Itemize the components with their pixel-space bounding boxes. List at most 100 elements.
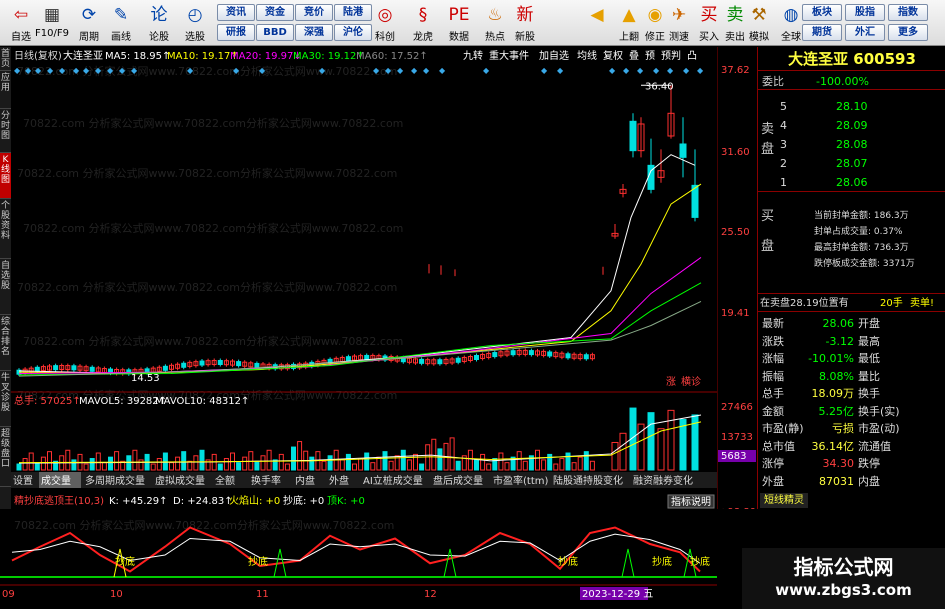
chart-link-1[interactable]: 重大事件 bbox=[489, 49, 529, 62]
event-marker-icon[interactable]: ◆ bbox=[623, 66, 630, 75]
toolbar-f10-button[interactable]: ▦ F10/F9 bbox=[33, 2, 71, 44]
event-marker-icon[interactable]: ◆ bbox=[107, 66, 114, 75]
toolbar-draw-button[interactable]: ✎ 画线 bbox=[102, 2, 140, 44]
toolbar-pill-4[interactable]: 研报 bbox=[217, 24, 255, 41]
event-marker-icon[interactable]: ◆ bbox=[397, 66, 404, 75]
toolbar-market-pill-4[interactable]: 外汇 bbox=[845, 24, 885, 41]
toolbar-pill-0[interactable]: 资讯 bbox=[217, 4, 255, 21]
toolbar-market-pill-3[interactable]: 期货 bbox=[802, 24, 842, 41]
event-marker-icon[interactable]: ◆ bbox=[373, 66, 380, 75]
sell-level-price: 28.08 bbox=[836, 138, 868, 151]
event-marker-icon[interactable]: ◆ bbox=[47, 66, 54, 75]
event-marker-icon[interactable]: ◆ bbox=[653, 66, 660, 75]
event-marker-icon[interactable]: ◆ bbox=[637, 66, 644, 75]
left-tab-1[interactable]: 应用 bbox=[0, 71, 11, 109]
event-marker-icon[interactable]: ◆ bbox=[131, 66, 138, 75]
event-marker-icon[interactable]: ◆ bbox=[95, 66, 102, 75]
candle-body bbox=[181, 362, 187, 368]
quote-label: 最新 bbox=[762, 317, 784, 330]
event-marker-icon[interactable]: ◆ bbox=[259, 66, 266, 75]
left-tab-8[interactable]: 超级盘口 bbox=[0, 427, 11, 487]
toolbar-label: 画线 bbox=[111, 32, 131, 43]
event-marker-icon[interactable]: ◆ bbox=[319, 66, 326, 75]
zhendan-label[interactable]: 横诊 bbox=[681, 375, 701, 388]
indicator-tab-4[interactable]: 全额 bbox=[215, 474, 235, 487]
chart-link-7[interactable]: 预判 bbox=[661, 50, 681, 62]
indicator-tab-0[interactable]: 设置 bbox=[13, 475, 33, 487]
toolbar-market-pill-0[interactable]: 板块 bbox=[802, 4, 842, 21]
short-line-elf-tab[interactable]: 短线精灵 bbox=[760, 493, 808, 508]
indicator-tab-3[interactable]: 虚拟成交量 bbox=[155, 474, 205, 487]
event-marker-icon[interactable]: ◆ bbox=[59, 66, 66, 75]
toolbar-news-button[interactable]: 新新股 bbox=[506, 2, 544, 44]
event-marker-icon[interactable]: ◆ bbox=[411, 66, 418, 75]
quote-label-right: 市盈(动) bbox=[858, 422, 900, 435]
event-marker-icon[interactable]: ◆ bbox=[119, 66, 126, 75]
volume-mavol5: MAVOL5: 39282↑ bbox=[79, 396, 167, 407]
indicator-tab-10[interactable]: 市盈率(ttm) bbox=[493, 474, 548, 487]
chart-link-5[interactable]: 叠 bbox=[629, 50, 639, 62]
toolbar-lunbi-button[interactable]: 论论股 bbox=[140, 2, 178, 44]
event-marker-icon[interactable]: ◆ bbox=[609, 66, 616, 75]
toolbar-market-pill-1[interactable]: 股指 bbox=[845, 4, 885, 21]
event-marker-icon[interactable]: ◆ bbox=[667, 66, 674, 75]
event-marker-icon[interactable]: ◆ bbox=[187, 66, 194, 75]
left-tab-4[interactable]: 个股资料 bbox=[0, 199, 11, 259]
toolbar-pill-1[interactable]: 资金 bbox=[256, 4, 294, 21]
chart-link-4[interactable]: 复权 bbox=[603, 49, 623, 62]
toolbar-pill-2[interactable]: 竞价 bbox=[295, 4, 333, 21]
chart-link-0[interactable]: 九转 bbox=[463, 49, 483, 62]
sell-level-row: 2 28.07 bbox=[758, 155, 945, 172]
event-marker-icon[interactable]: ◆ bbox=[35, 66, 42, 75]
indicator-volcano: 火焰山: +0 bbox=[229, 494, 280, 507]
indicator-help-label[interactable]: 指标说明 bbox=[671, 495, 711, 508]
event-marker-icon[interactable]: ◆ bbox=[697, 66, 704, 75]
toolbar-market-pill-2[interactable]: 指数 bbox=[888, 4, 928, 21]
event-marker-icon[interactable]: ◆ bbox=[83, 66, 90, 75]
toolbar-select-stock-button[interactable]: ◴ 选股 bbox=[176, 2, 214, 44]
event-marker-icon[interactable]: ◆ bbox=[385, 66, 392, 75]
event-marker-icon[interactable]: ◆ bbox=[541, 66, 548, 75]
indicator-tab-5[interactable]: 换手率 bbox=[251, 474, 281, 487]
indicator-tab-11[interactable]: 陆股通持股变化 bbox=[553, 474, 623, 487]
toolbar-pill-6[interactable]: 深强 bbox=[295, 24, 333, 41]
indicator-tab-8[interactable]: AI立桩成交量 bbox=[363, 474, 423, 487]
indicator-tab-1[interactable]: 成交量 bbox=[41, 474, 71, 487]
quote-label-right: 流通值 bbox=[858, 439, 891, 453]
event-marker-icon[interactable]: ◆ bbox=[73, 66, 80, 75]
left-tab-0[interactable]: 首页 bbox=[0, 47, 11, 71]
toolbar-pill-7[interactable]: 沪伦 bbox=[334, 24, 372, 41]
indicator-tab-9[interactable]: 盘后成交量 bbox=[433, 474, 483, 487]
volume-bar bbox=[236, 462, 242, 471]
left-tab-5[interactable]: 自选股 bbox=[0, 259, 11, 315]
event-marker-icon[interactable]: ◆ bbox=[439, 66, 446, 75]
event-marker-icon[interactable]: ◆ bbox=[557, 66, 564, 75]
event-marker-icon[interactable]: ◆ bbox=[683, 66, 690, 75]
toolbar-pill-3[interactable]: 陆港 bbox=[334, 4, 372, 21]
event-marker-icon[interactable]: ◆ bbox=[483, 66, 490, 75]
event-marker-icon[interactable]: ◆ bbox=[423, 66, 430, 75]
toolbar-market-pill-5[interactable]: 更多 bbox=[888, 24, 928, 41]
event-marker-icon[interactable]: ◆ bbox=[14, 66, 21, 75]
time-tick-label: 2023-12-29 五 bbox=[582, 589, 653, 600]
draw-icon: ✎ bbox=[113, 5, 129, 25]
chart-link-8[interactable]: 凸 bbox=[687, 50, 697, 62]
indicator-tab-7[interactable]: 外盘 bbox=[329, 474, 349, 487]
event-marker-icon[interactable]: ◆ bbox=[25, 66, 32, 75]
indicator-tab-6[interactable]: 内盘 bbox=[295, 474, 315, 487]
chart-link-6[interactable]: 预 bbox=[645, 50, 655, 62]
chart-link-2[interactable]: 加自选 bbox=[539, 49, 569, 62]
indicator-tab-12[interactable]: 融资融券变化 bbox=[633, 474, 693, 487]
toolbar-data-button[interactable]: PE 数据 bbox=[440, 2, 478, 44]
volume-bar bbox=[181, 451, 187, 471]
kline-chart-area[interactable]: 70822.com 分析家公式网www.70822.com分析家公式网www.7… bbox=[11, 47, 717, 509]
left-tab-3[interactable]: K线图 bbox=[0, 153, 11, 199]
chart-link-3[interactable]: 均线 bbox=[577, 49, 597, 62]
indicator-tab-2[interactable]: 多周期成交量 bbox=[85, 474, 145, 487]
left-tab-7[interactable]: 牛叉诊股 bbox=[0, 371, 11, 427]
left-tab-2[interactable]: 分时图 bbox=[0, 109, 11, 153]
left-tab-6[interactable]: 综合排名 bbox=[0, 315, 11, 371]
event-marker-icon[interactable]: ◆ bbox=[233, 66, 240, 75]
toolbar-longhu-button[interactable]: § 龙虎 bbox=[404, 2, 442, 44]
toolbar-pill-5[interactable]: BBD bbox=[256, 24, 294, 41]
